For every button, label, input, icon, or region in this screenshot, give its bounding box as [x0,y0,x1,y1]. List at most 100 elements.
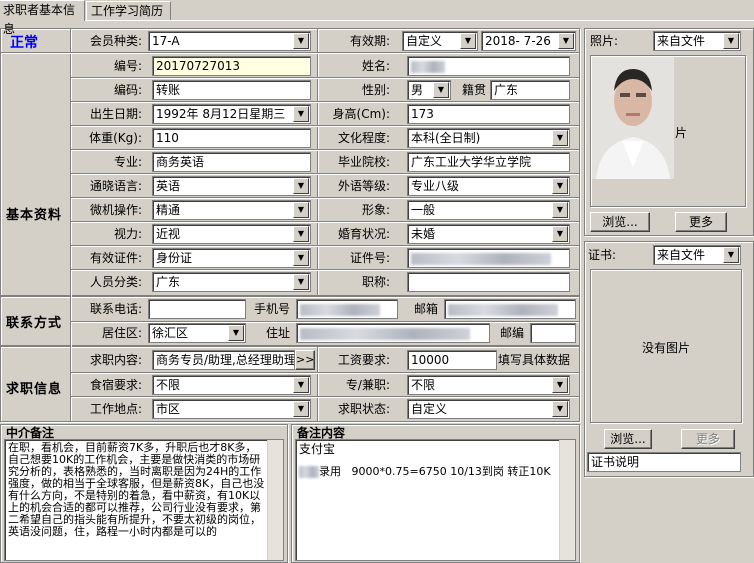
chevron-down-icon: ▼ [552,178,568,194]
chevron-down-icon: ▼ [723,247,739,263]
chevron-down-icon: ▼ [293,250,309,266]
chevron-down-icon: ▼ [552,377,568,393]
remarks-textarea[interactable]: 支付宝 录用 9000*0.75=6750 10/13到岗 转正10K [295,439,576,561]
id-type-select[interactable]: 身份证 ▼ [152,248,311,268]
chevron-down-icon: ▼ [558,33,574,49]
cert-description-field[interactable]: 证书说明 [587,452,741,472]
label-salary: 工资要求: [337,353,390,367]
parttime-select[interactable]: 不限 ▼ [407,375,570,395]
vision-select[interactable]: 近视 ▼ [152,224,311,244]
label-gender: 性别: [361,83,390,97]
chevron-down-icon: ▼ [433,82,449,98]
chevron-down-icon: ▼ [293,274,309,290]
cert-more-button: 更多 [681,429,735,449]
photo-caption: 片 [675,126,688,140]
label-validity: 有效期: [349,34,390,48]
label-location: 工作地点: [89,402,142,416]
id-number-field[interactable] [407,248,570,268]
label-foreign-level: 外语等级: [337,179,390,193]
food-select[interactable]: 不限 ▼ [152,375,311,395]
label-origin: 籍贯 [461,83,486,97]
height-field[interactable]: 173 [407,104,570,124]
agent-notes-textarea[interactable]: 在职，看机会，目前薪资7K多，升职后也才8K多，自己想要10K的工作机会，主要是… [4,439,284,561]
chevron-down-icon: ▼ [293,106,309,122]
validity-date-picker[interactable]: 2018- 7-26 ▼ [481,31,576,51]
chevron-down-icon: ▼ [293,377,309,393]
job-want-field[interactable]: 商务专员/助理,总经理助理 [152,350,295,370]
tab-work-history[interactable]: 工作学习简历 [86,1,171,21]
label-job-status: 求职状态: [337,402,390,416]
chevron-down-icon: ▼ [723,33,739,49]
education-select[interactable]: 本科(全日制) ▼ [407,128,570,148]
cert-browse-button[interactable]: 浏览... [604,429,652,449]
district-select[interactable]: 徐汇区 ▼ [148,323,246,343]
label-height: 身高(Cm): [332,107,390,121]
chevron-down-icon: ▼ [552,401,568,417]
label-email: 邮箱 [413,302,438,316]
major-field[interactable]: 商务英语 [152,152,311,172]
school-field[interactable]: 广东工业大学华立学院 [407,152,570,172]
marriage-select[interactable]: 未婚 ▼ [407,224,570,244]
label-food: 食宿要求: [89,378,142,392]
mobile-field[interactable] [296,299,398,319]
section-basic: 基本资料 [6,208,63,223]
category-select[interactable]: 广东 ▼ [152,272,311,292]
chevron-down-icon: ▼ [293,202,309,218]
address-field[interactable] [296,323,490,343]
label-title: 职称: [361,275,390,289]
photo-image [592,57,674,179]
salary-field[interactable]: 10000 [407,350,497,370]
validity-type-select[interactable]: 自定义 ▼ [402,31,478,51]
scrollbar[interactable] [267,440,283,560]
label-birth: 出生日期: [89,107,142,121]
appearance-select[interactable]: 一般 ▼ [407,200,570,220]
agent-notes-text: 在职，看机会，目前薪资7K多，升职后也才8K多，自己想要10K的工作机会，主要是… [8,441,265,538]
chevron-down-icon: ▼ [293,226,309,242]
chevron-down-icon: ▼ [293,401,309,417]
name-field[interactable] [407,56,570,76]
language-select[interactable]: 英语 ▼ [152,176,311,196]
title-field[interactable] [407,272,570,292]
label-id-no: 证件号: [349,251,390,265]
label-education: 文化程度: [337,131,390,145]
photo-source-select[interactable]: 来自文件 ▼ [653,31,741,51]
chevron-down-icon: ▼ [552,202,568,218]
member-type-select[interactable]: 17-A ▼ [148,31,311,51]
label-appearance: 形象: [361,203,390,217]
job-status-select[interactable]: 自定义 ▼ [407,399,570,419]
number-field[interactable]: 20170727013 [152,56,311,76]
label-category: 人员分类: [89,275,142,289]
foreign-level-select[interactable]: 专业八级 ▼ [407,176,570,196]
chevron-down-icon: ▼ [460,33,476,49]
label-parttime: 专/兼职: [345,378,390,392]
origin-field[interactable]: 广东 [490,80,570,100]
scrollbar[interactable] [559,440,575,560]
cert-empty-text: 没有图片 [641,341,690,355]
zip-field[interactable] [530,323,576,343]
job-want-more-button[interactable]: >> [295,350,315,370]
label-major: 专业: [113,155,142,169]
email-field[interactable] [444,299,576,319]
tab-basic-info[interactable]: 求职者基本信息 [0,0,85,36]
label-language: 通晓语言: [89,179,142,193]
code-field[interactable]: 转账 [152,80,311,100]
label-computer: 微机操作: [89,203,142,217]
section-job: 求职信息 [6,382,63,397]
photo-browse-button[interactable]: 浏览... [590,212,650,232]
cert-source-select[interactable]: 来自文件 ▼ [653,245,741,265]
birth-date-picker[interactable]: 1992年 8月12日星期三 ▼ [152,104,311,124]
label-photo: 照片: [590,34,619,48]
location-select[interactable]: 市区 ▼ [152,399,311,419]
label-id-type: 有效证件: [89,251,142,265]
label-vision: 视力: [113,227,142,241]
gender-select[interactable]: 男 ▼ [407,80,451,100]
label-school: 毕业院校: [337,155,390,169]
chevron-down-icon: ▼ [293,178,309,194]
label-weight: 体重(Kg): [89,131,142,145]
label-name: 姓名: [361,59,390,73]
computer-select[interactable]: 精通 ▼ [152,200,311,220]
phone-field[interactable] [148,299,246,319]
salary-hint: 填写具体数据 [498,353,571,367]
weight-field[interactable]: 110 [152,128,311,148]
photo-more-button[interactable]: 更多 [675,212,727,232]
